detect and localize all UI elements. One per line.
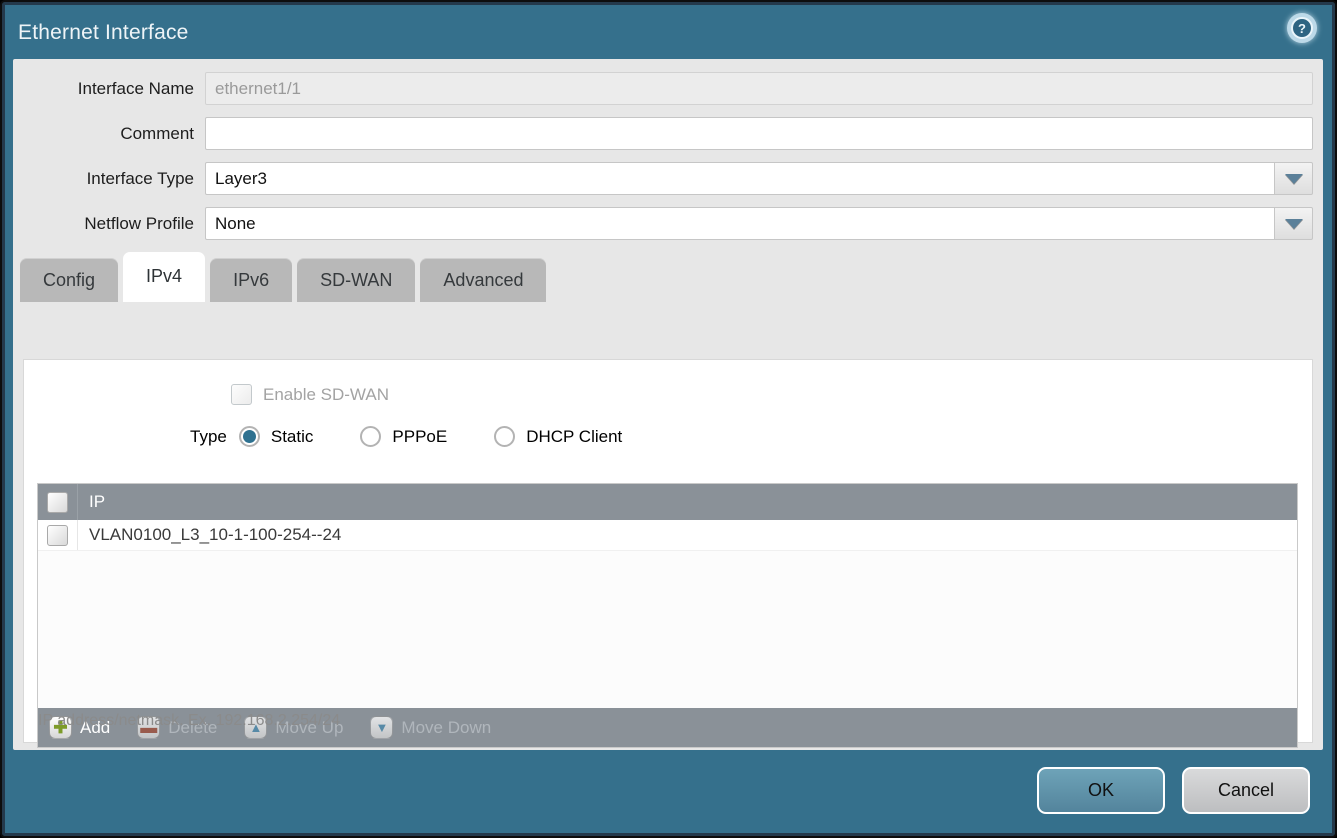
radio-dhcp-client-label[interactable]: DHCP Client xyxy=(526,427,622,447)
comment-row: Comment xyxy=(13,117,1313,150)
dialog-title: Ethernet Interface xyxy=(7,21,189,45)
ip-row-value[interactable]: VLAN0100_L3_10-1-100-254--24 xyxy=(78,525,341,545)
radio-pppoe[interactable] xyxy=(360,426,381,447)
tab-config[interactable]: Config xyxy=(20,258,118,302)
tab-sdwan[interactable]: SD-WAN xyxy=(297,258,415,302)
ok-button[interactable]: OK xyxy=(1037,767,1165,814)
interface-name-field xyxy=(205,72,1313,105)
tab-ipv6[interactable]: IPv6 xyxy=(210,258,292,302)
tab-ipv4[interactable]: IPv4 xyxy=(123,252,205,302)
dialog-content: Interface Name Comment Interface Type La… xyxy=(13,59,1323,750)
move-down-icon: ▼ xyxy=(370,716,393,739)
ip-table-header: IP xyxy=(38,484,1297,520)
type-radio-group: Type Static PPPoE DHCP Client xyxy=(190,426,1312,447)
chevron-down-icon xyxy=(1285,219,1303,229)
interface-type-row: Interface Type Layer3 xyxy=(13,162,1313,195)
interface-type-label: Interface Type xyxy=(13,169,205,189)
radio-dhcp-client[interactable] xyxy=(494,426,515,447)
interface-name-row: Interface Name xyxy=(13,72,1313,105)
comment-label: Comment xyxy=(13,124,205,144)
chevron-down-icon xyxy=(1285,174,1303,184)
select-all-checkbox[interactable] xyxy=(47,492,68,513)
radio-pppoe-label[interactable]: PPPoE xyxy=(392,427,447,447)
row-checkbox-cell xyxy=(38,520,78,550)
interface-name-label: Interface Name xyxy=(13,79,205,99)
ip-column-header: IP xyxy=(78,492,105,512)
enable-sdwan-row: Enable SD-WAN xyxy=(231,384,1312,405)
dialog-titlebar: Ethernet Interface ? xyxy=(7,7,1330,59)
radio-static[interactable] xyxy=(239,426,260,447)
interface-type-dropdown-button[interactable] xyxy=(1275,162,1313,195)
netflow-profile-select[interactable]: None xyxy=(205,207,1275,240)
cancel-button[interactable]: Cancel xyxy=(1182,767,1310,814)
comment-field[interactable] xyxy=(205,117,1313,150)
move-down-button-label: Move Down xyxy=(401,718,491,738)
netflow-profile-label: Netflow Profile xyxy=(13,214,205,234)
tab-strip: Config IPv4 IPv6 SD-WAN Advanced xyxy=(13,252,1323,302)
interface-type-select[interactable]: Layer3 xyxy=(205,162,1275,195)
enable-sdwan-label: Enable SD-WAN xyxy=(263,385,389,405)
table-empty-area xyxy=(38,551,1297,708)
help-icon[interactable]: ? xyxy=(1287,13,1317,43)
ip-format-hint: IP address/netmask. Ex. 192.168.2.254/24 xyxy=(38,712,340,730)
netflow-profile-dropdown-button[interactable] xyxy=(1275,207,1313,240)
interface-form: Interface Name Comment Interface Type La… xyxy=(13,59,1323,240)
radio-static-label[interactable]: Static xyxy=(271,427,314,447)
row-checkbox[interactable] xyxy=(47,525,68,546)
dialog-footer: OK Cancel xyxy=(1037,767,1310,814)
ipv4-tab-panel: Enable SD-WAN Type Static PPPoE DHCP Cli… xyxy=(23,359,1313,743)
ethernet-interface-dialog: Ethernet Interface ? Interface Name Comm… xyxy=(0,0,1337,838)
move-down-button[interactable]: ▼ Move Down xyxy=(370,716,491,739)
netflow-profile-row: Netflow Profile None xyxy=(13,207,1313,240)
tab-advanced[interactable]: Advanced xyxy=(420,258,546,302)
type-label: Type xyxy=(190,427,227,447)
enable-sdwan-checkbox xyxy=(231,384,252,405)
select-all-cell xyxy=(38,484,78,520)
ip-table: IP VLAN0100_L3_10-1-100-254--24 ✚ Add ▬ xyxy=(37,483,1298,748)
table-row[interactable]: VLAN0100_L3_10-1-100-254--24 xyxy=(38,520,1297,551)
